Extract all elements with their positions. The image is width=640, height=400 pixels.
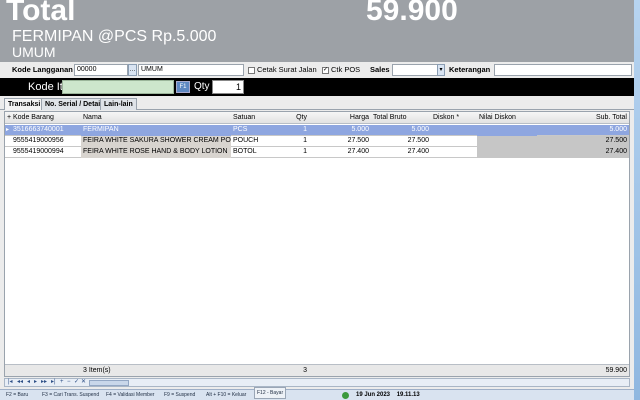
- tab-lain-lain[interactable]: Lain-lain: [100, 98, 137, 110]
- next-page-icon[interactable]: ▸▸: [41, 379, 47, 386]
- header-nilai-diskon[interactable]: Nilai Diskon: [477, 112, 537, 124]
- status-time: 19.11.13: [396, 392, 420, 398]
- sales-select[interactable]: [392, 64, 438, 76]
- cell-qty[interactable]: 1: [267, 147, 309, 158]
- cell-bruto[interactable]: 5.000: [371, 125, 431, 136]
- post-icon[interactable]: ✓: [74, 379, 79, 386]
- kode-langganan-lookup-button[interactable]: …: [128, 64, 137, 76]
- cetak-surat-jalan-checkbox[interactable]: Cetak Surat Jalan: [248, 64, 317, 76]
- grid-header: + Kode Barang Nama Satuan Qty Harga Tota…: [5, 112, 629, 124]
- header-satuan[interactable]: Satuan: [231, 112, 267, 124]
- checkmark-icon: ✓: [322, 66, 329, 74]
- status-bar: F2 = Baru F3 = Cari Trans. Suspend F4 = …: [0, 387, 634, 400]
- cell-diskon[interactable]: [431, 136, 477, 147]
- tab-serial-detail[interactable]: No. Serial / Detail: [41, 98, 107, 110]
- cell-nilai-diskon: [477, 125, 537, 136]
- cancel-icon[interactable]: ✕: [81, 379, 86, 386]
- insert-icon[interactable]: +: [60, 379, 64, 386]
- cell-bruto[interactable]: 27.500: [371, 136, 431, 147]
- window-edge: [634, 0, 640, 400]
- cell-qty[interactable]: 1: [267, 125, 309, 136]
- cell-bruto[interactable]: 27.400: [371, 147, 431, 158]
- item-lookup-button[interactable]: F1: [176, 81, 190, 93]
- grid-footer: 3 Item(s) 3 59.900: [5, 364, 629, 376]
- find-suspend-button[interactable]: F3 = Cari Trans. Suspend: [40, 391, 101, 400]
- next-record-icon[interactable]: ▸: [34, 379, 37, 386]
- cell-satuan[interactable]: POUCH: [231, 136, 267, 147]
- new-button[interactable]: F2 = Baru: [4, 391, 30, 400]
- cell-nilai-diskon: [477, 147, 537, 158]
- horizontal-scrollbar[interactable]: [89, 380, 129, 386]
- validate-member-button[interactable]: F4 = Validasi Member: [104, 391, 156, 400]
- cell-harga[interactable]: 27.500: [309, 136, 371, 147]
- keterangan-label: Keterangan: [449, 65, 491, 74]
- kode-langganan-input[interactable]: 00000: [74, 64, 128, 76]
- customer-name-display: UMUM: [12, 44, 56, 60]
- sales-label: Sales: [370, 65, 390, 74]
- header-harga[interactable]: Harga: [309, 112, 371, 124]
- total-value: 59.900: [366, 0, 458, 27]
- cell-kode[interactable]: 3516663740001: [11, 125, 81, 136]
- cell-nama[interactable]: FEIRA WHITE ROSE HAND & BODY LOTION: [81, 147, 231, 158]
- total-label: Total: [6, 0, 76, 27]
- customer-name-field[interactable]: UMUM: [138, 64, 244, 76]
- customer-row: Kode Langganan 00000 … UMUM Cetak Surat …: [0, 62, 634, 78]
- cell-satuan[interactable]: PCS: [231, 125, 267, 136]
- checkbox-empty-icon: [248, 66, 255, 74]
- cell-diskon[interactable]: [431, 125, 477, 136]
- cell-nama[interactable]: FEIRA WHITE SAKURA SHOWER CREAM POUCH: [81, 136, 231, 147]
- transaction-grid[interactable]: + Kode Barang Nama Satuan Qty Harga Tota…: [4, 111, 630, 377]
- cell-nama[interactable]: FERMIPAN: [81, 125, 231, 136]
- grid-navigator: |◂ ◂◂ ◂ ▸ ▸▸ ▸| + − ✓ ✕: [4, 378, 630, 387]
- pay-button[interactable]: F12 - Bayar: [254, 387, 287, 399]
- footer-item-count: 3 Item(s): [83, 367, 111, 374]
- exit-button[interactable]: Alt + F10 = Keluar: [204, 391, 248, 400]
- delete-icon[interactable]: −: [67, 379, 71, 386]
- header-total-bruto[interactable]: Total Bruto: [371, 112, 431, 124]
- cell-sub-total: 5.000: [609, 126, 627, 133]
- ctk-pos-checkbox[interactable]: ✓ Ctk POS: [322, 64, 360, 76]
- header-diskon[interactable]: Diskon *: [431, 112, 477, 124]
- tab-transaksi[interactable]: Transaksi: [4, 98, 45, 110]
- cell-kode[interactable]: 9555419000994: [11, 147, 81, 158]
- table-row[interactable]: ▸ 3516663740001 FERMIPAN PCS 1 5.000 5.0…: [5, 125, 629, 136]
- table-row[interactable]: 9555419000994 FEIRA WHITE ROSE HAND & BO…: [5, 147, 629, 158]
- cell-harga[interactable]: 5.000: [309, 125, 371, 136]
- last-record-icon[interactable]: ▸|: [51, 379, 56, 386]
- kode-langganan-label: Kode Langganan: [12, 65, 73, 74]
- cetak-surat-jalan-label: Cetak Surat Jalan: [257, 65, 317, 74]
- cell-harga[interactable]: 27.400: [309, 147, 371, 158]
- qty-label: Qty: [194, 81, 210, 92]
- header-qty[interactable]: Qty: [267, 112, 309, 124]
- cell-diskon[interactable]: [431, 147, 477, 158]
- qty-input[interactable]: 1: [212, 80, 244, 94]
- header-nama[interactable]: Nama: [81, 112, 231, 124]
- cell-sub-total: 27.400: [537, 147, 629, 158]
- item-entry-bar: Kode Item F1 Qty 1: [0, 78, 634, 96]
- cell-nilai-diskon: [477, 136, 537, 147]
- header-sub-total[interactable]: Sub. Total: [537, 112, 629, 124]
- suspend-button[interactable]: F9 = Suspend: [162, 391, 197, 400]
- cell-sub-total: 27.500: [537, 136, 629, 147]
- status-datetime: 19 Jun 2023 19.11.13: [356, 391, 420, 400]
- first-record-icon[interactable]: |◂: [8, 379, 13, 386]
- footer-qty-total: 3: [303, 367, 307, 374]
- tab-strip: Transaksi No. Serial / Detail Lain-lain: [0, 98, 634, 110]
- prev-page-icon[interactable]: ◂◂: [17, 379, 23, 386]
- clock-icon: [342, 392, 349, 399]
- ctk-pos-label: Ctk POS: [331, 65, 361, 74]
- status-date: 19 Jun 2023: [356, 392, 391, 398]
- cell-satuan[interactable]: BOTOL: [231, 147, 267, 158]
- prev-record-icon[interactable]: ◂: [27, 379, 30, 386]
- total-display-panel: Total 59.900 FERMIPAN @PCS Rp.5.000 UMUM: [0, 0, 634, 62]
- keterangan-input[interactable]: [494, 64, 632, 76]
- chevron-down-icon[interactable]: ▾: [437, 64, 445, 76]
- header-kode-barang[interactable]: Kode Barang: [11, 112, 81, 124]
- footer-sub-total: 59.900: [605, 367, 627, 374]
- cell-kode[interactable]: 9555419000956: [11, 136, 81, 147]
- kode-item-input[interactable]: [62, 80, 174, 94]
- table-row[interactable]: 9555419000956 FEIRA WHITE SAKURA SHOWER …: [5, 136, 629, 147]
- pos-window: Total 59.900 FERMIPAN @PCS Rp.5.000 UMUM…: [0, 0, 640, 400]
- cell-qty[interactable]: 1: [267, 136, 309, 147]
